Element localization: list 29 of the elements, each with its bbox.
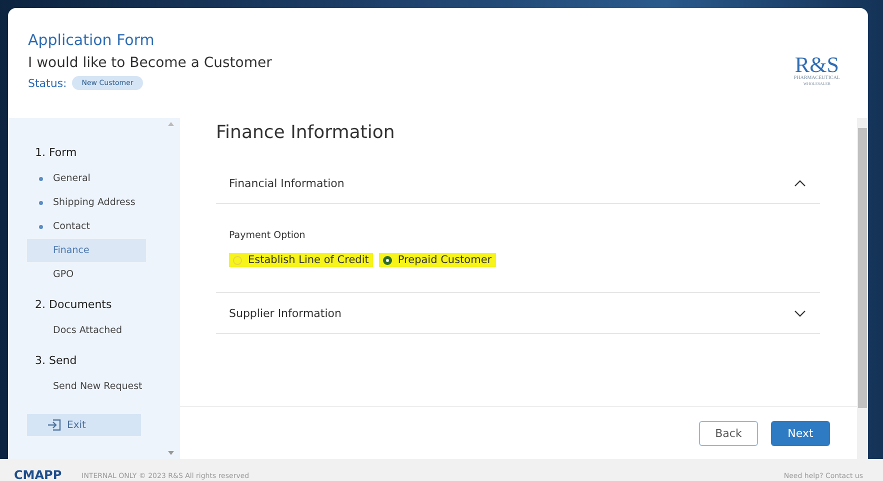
section-title: 1. Form xyxy=(35,146,78,159)
scroll-down-icon[interactable] xyxy=(168,451,174,455)
back-button[interactable]: Back xyxy=(699,420,758,446)
radio-option[interactable]: Establish Line of Credit xyxy=(229,253,373,267)
scroll-up-icon[interactable] xyxy=(168,122,174,126)
accordion-header[interactable]: Supplier Information xyxy=(216,293,820,333)
section-title: 3. Send xyxy=(35,354,78,367)
exit-button[interactable]: Exit xyxy=(27,414,141,436)
sidebar-item[interactable]: Finance xyxy=(27,239,146,262)
form-title: Application Form xyxy=(28,31,156,49)
page-title: Finance Information xyxy=(216,122,396,143)
next-button[interactable]: Next xyxy=(771,420,830,446)
sidebar-item[interactable]: GPO xyxy=(27,263,146,286)
chevron-icon xyxy=(794,180,806,186)
accordion-header[interactable]: Financial Information xyxy=(216,163,820,203)
sidebar-item[interactable]: Send New Request xyxy=(27,375,146,398)
sidebar-item[interactable]: Docs Attached xyxy=(27,319,146,342)
sidebar-item[interactable]: General xyxy=(27,167,146,190)
brand-logo: CMAPP xyxy=(14,469,62,481)
form-subtitle: I would like to Become a Customer xyxy=(28,55,272,71)
scrollbar[interactable] xyxy=(857,118,868,459)
sidebar-item[interactable]: Contact xyxy=(27,215,146,238)
radio-option[interactable]: Prepaid Customer xyxy=(378,253,496,267)
chevron-icon xyxy=(794,310,806,316)
section-title: 2. Documents xyxy=(35,298,113,311)
status-label: Status: xyxy=(28,76,67,90)
exit-icon xyxy=(47,419,61,431)
sidebar-item[interactable]: Shipping Address xyxy=(27,191,146,214)
field-label: Payment Option xyxy=(229,230,306,241)
